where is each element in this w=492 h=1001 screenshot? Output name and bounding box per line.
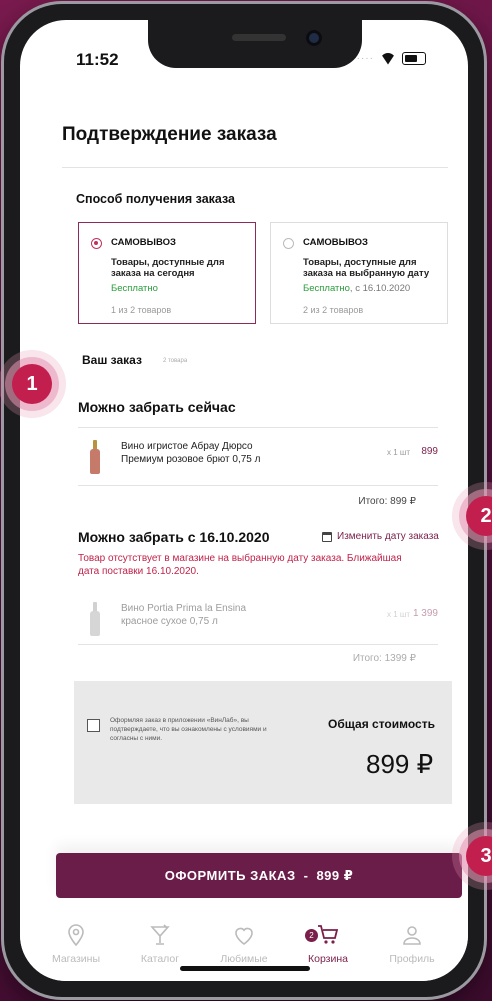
- checkout-separator: -: [303, 868, 309, 883]
- location-pin-icon: [68, 924, 84, 947]
- product-row[interactable]: Вино Portia Prima la Ensina красное сухо…: [78, 592, 452, 650]
- order-header: Ваш заказ: [82, 353, 142, 367]
- notch: [148, 20, 362, 68]
- cart-badge: 2: [305, 929, 318, 942]
- camera-icon: [306, 30, 322, 46]
- divider: [78, 644, 438, 645]
- subtotal-now: Итого: 899 ₽: [358, 496, 416, 507]
- app-screen: 11:52 ···· Подтверждение заказа Способ п…: [20, 20, 468, 981]
- tab-cart[interactable]: 2 Корзина: [293, 915, 363, 981]
- option-description: Товары, доступные для заказа на выбранну…: [303, 257, 430, 279]
- tab-label: Корзина: [308, 953, 348, 965]
- subtotal-later: Итого: 1399 ₽: [352, 653, 416, 664]
- tab-label: Профиль: [389, 953, 435, 965]
- change-date-label: Изменить дату заказа: [337, 531, 439, 542]
- speaker: [232, 34, 286, 41]
- user-icon: [403, 926, 421, 945]
- option-price: Бесплатно, с 16.10.2020: [303, 283, 410, 294]
- pickup-now-title: Можно забрать сейчас: [78, 399, 236, 415]
- tab-favorites[interactable]: Любимые: [209, 915, 279, 981]
- product-quantity: x 1 шт: [387, 448, 410, 457]
- tab-catalog[interactable]: Каталог: [125, 915, 195, 981]
- option-description: Товары, доступные для заказа на сегодня: [111, 257, 225, 279]
- agreement-checkbox[interactable]: [87, 719, 100, 732]
- wifi-icon: [380, 53, 396, 65]
- product-price: 899: [421, 446, 438, 457]
- cart-icon: [318, 925, 339, 944]
- option-title: САМОВЫВОЗ: [111, 237, 176, 248]
- calendar-icon: [322, 531, 332, 542]
- callout-badge: 1: [12, 364, 52, 404]
- availability-warning: Товар отсутствует в магазине на выбранну…: [78, 553, 402, 577]
- checkout-price: 899 ₽: [316, 867, 354, 883]
- page-title: Подтверждение заказа: [62, 124, 277, 145]
- product-quantity: x 1 шт: [387, 610, 410, 619]
- tab-label: Любимые: [220, 953, 268, 965]
- checkout-label: ОФОРМИТЬ ЗАКАЗ: [164, 868, 296, 883]
- delivery-option-date[interactable]: САМОВЫВОЗ Товары, доступные для заказа н…: [270, 222, 448, 324]
- option-count: 2 из 2 товаров: [303, 305, 364, 315]
- agreement-text: Оформляя заказ в приложении «ВинЛаб», вы…: [110, 717, 267, 742]
- tab-label: Магазины: [51, 953, 101, 965]
- tab-bar: Магазины Каталог Любимые 2 Корзина Профи…: [20, 915, 468, 981]
- total-label: Общая стоимость: [328, 717, 435, 731]
- wine-bottle-icon: [90, 602, 100, 636]
- tab-profile[interactable]: Профиль: [377, 915, 447, 981]
- order-count: 2 товара: [163, 358, 188, 364]
- option-title: САМОВЫВОЗ: [303, 237, 368, 248]
- signal-dots-icon: ····: [356, 53, 374, 64]
- change-date-link[interactable]: Изменить дату заказа: [322, 531, 439, 542]
- phone-frame: 11:52 ···· Подтверждение заказа Способ п…: [4, 4, 484, 997]
- delivery-label: Способ получения заказа: [76, 192, 236, 206]
- heart-icon: [235, 927, 253, 945]
- pickup-later-title: Можно забрать с 16.10.2020: [78, 529, 270, 545]
- divider: [62, 167, 448, 168]
- option-price-text: Бесплатно: [303, 283, 350, 294]
- wine-bottle-icon: [90, 440, 100, 474]
- product-name: Вино игристое Абрау Дюрсо Премиум розово…: [121, 441, 261, 465]
- status-time: 11:52: [76, 50, 119, 69]
- option-price: Бесплатно: [111, 283, 158, 294]
- tab-label: Каталог: [140, 953, 180, 965]
- order-summary: Оформляя заказ в приложении «ВинЛаб», вы…: [74, 681, 452, 804]
- tab-stores[interactable]: Магазины: [41, 915, 111, 981]
- radio-unselected-icon[interactable]: [283, 238, 294, 249]
- delivery-option-today[interactable]: САМОВЫВОЗ Товары, доступные для заказа н…: [78, 222, 256, 324]
- status-icons: ····: [357, 52, 426, 65]
- divider: [78, 485, 438, 486]
- option-price-text: Бесплатно: [111, 283, 158, 294]
- option-count: 1 из 2 товаров: [111, 305, 172, 315]
- total-value: 899 ₽: [366, 749, 434, 779]
- radio-selected-icon[interactable]: [91, 238, 102, 249]
- product-name: Вино Portia Prima la Ensina красное сухо…: [121, 603, 247, 627]
- cocktail-glass-icon: [150, 924, 170, 945]
- home-indicator: [180, 966, 310, 971]
- product-price: 1 399: [412, 608, 438, 619]
- battery-icon: [402, 52, 426, 65]
- divider: [78, 427, 438, 428]
- checkout-button[interactable]: ОФОРМИТЬ ЗАКАЗ - 899 ₽: [56, 853, 462, 898]
- option-date: , с 16.10.2020: [349, 283, 411, 294]
- product-row[interactable]: Вино игристое Абрау Дюрсо Премиум розово…: [78, 430, 452, 488]
